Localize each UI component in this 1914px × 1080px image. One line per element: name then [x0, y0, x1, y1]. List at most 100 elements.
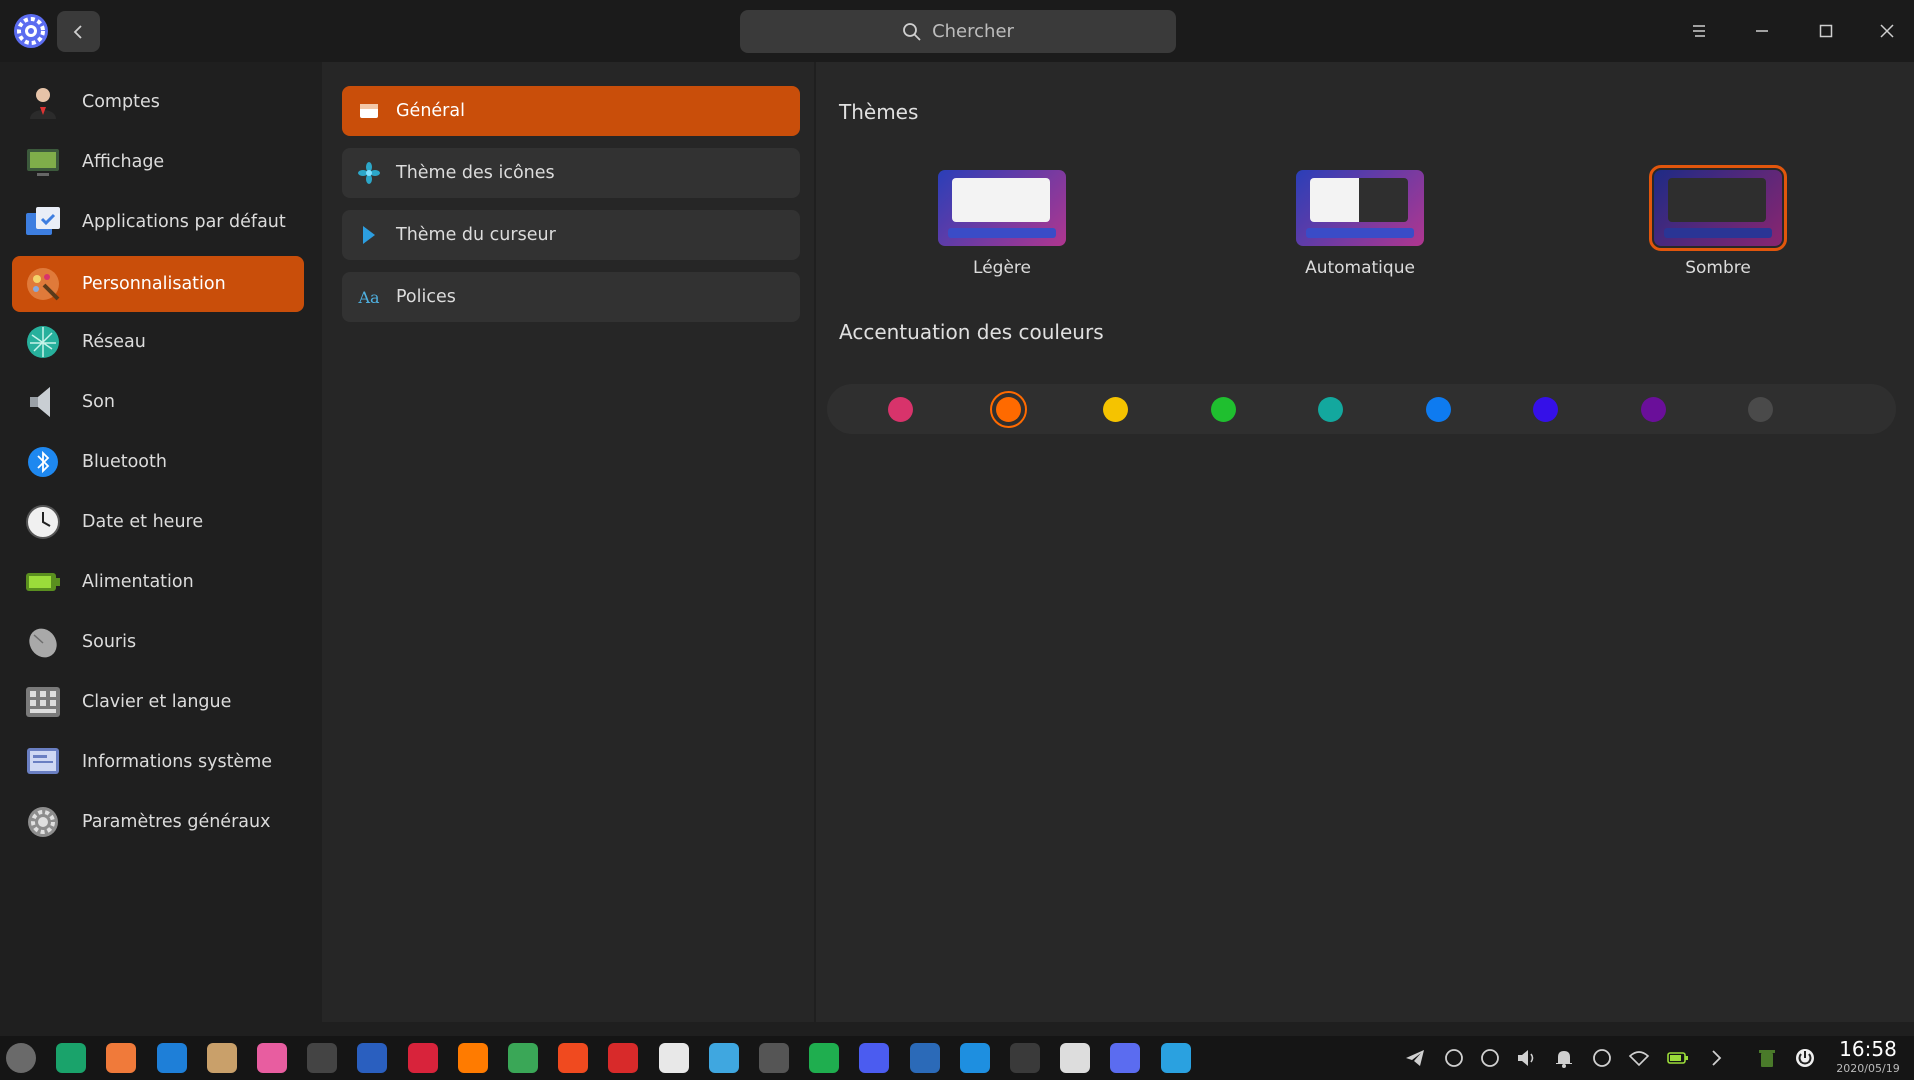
theme-option-automatic[interactable]: Automatique	[1260, 170, 1460, 278]
gear-icon	[28, 807, 58, 837]
sidebar-item-keyboard[interactable]: Clavier et langue	[12, 674, 304, 730]
maximize-icon	[1819, 24, 1833, 38]
accent-color-blue[interactable]	[1425, 397, 1451, 422]
accent-color-green[interactable]	[1210, 397, 1236, 422]
launcher-icon[interactable]	[6, 1043, 36, 1073]
sidebar-item-label: Date et heure	[82, 512, 204, 532]
taskbar-clock[interactable]: 16:58 2020/05/19	[1828, 1036, 1908, 1080]
sidebar-item-power[interactable]: Alimentation	[12, 554, 304, 610]
files-icon[interactable]	[56, 1043, 87, 1073]
user-avatar-icon	[30, 88, 56, 119]
notification-bell-icon[interactable]	[1553, 1047, 1575, 1069]
terminal-icon[interactable]	[407, 1043, 438, 1073]
theme-light-label: Légère	[973, 258, 1031, 278]
obs-icon[interactable]	[1010, 1043, 1040, 1073]
minimize-icon	[1756, 30, 1768, 32]
color-picker-icon[interactable]	[257, 1043, 287, 1073]
accent-color-purple[interactable]	[1640, 397, 1666, 422]
trash-icon[interactable]	[1756, 1047, 1778, 1069]
accent-color-teal[interactable]	[1318, 397, 1343, 422]
power-icon[interactable]	[1794, 1047, 1816, 1069]
sidebar-item-display[interactable]: Affichage	[12, 134, 304, 190]
theme-option-dark[interactable]: Sombre	[1618, 165, 1818, 278]
search-icon	[903, 22, 921, 41]
sidebar-item-date-time[interactable]: Date et heure	[12, 494, 304, 550]
wifi-icon[interactable]	[1628, 1047, 1650, 1069]
spreadsheet-icon[interactable]	[809, 1043, 840, 1073]
subnav-item-general[interactable]: Général	[342, 86, 800, 136]
security-shield-icon[interactable]	[1479, 1047, 1501, 1069]
minimize-button[interactable]	[1747, 16, 1777, 46]
brave-icon[interactable]	[558, 1043, 589, 1073]
display-icon	[27, 149, 59, 176]
battery-tray-icon[interactable]	[1667, 1047, 1689, 1069]
accent-color-indigo[interactable]	[1533, 397, 1558, 422]
sidebar-nav: Comptes Affichage Applications par défau…	[0, 62, 318, 1022]
title-bar: Chercher	[0, 0, 1914, 62]
app-store-icon[interactable]	[106, 1043, 137, 1073]
pen-icon[interactable]	[1591, 1047, 1613, 1069]
network-icon	[27, 326, 59, 358]
subnav-item-icon-theme[interactable]: Thème des icônes	[342, 148, 800, 198]
subnav-item-cursor-theme[interactable]: Thème du curseur	[342, 210, 800, 260]
back-button[interactable]	[57, 11, 100, 52]
download-icon[interactable]	[959, 1043, 990, 1073]
close-button[interactable]	[1872, 16, 1902, 46]
menu-button[interactable]	[1684, 16, 1714, 46]
subnav-item-fonts[interactable]: Aa Polices	[342, 272, 800, 322]
font-icon: Aa	[358, 287, 380, 307]
sidebar-item-bluetooth[interactable]: Bluetooth	[12, 434, 304, 490]
network-tool-icon[interactable]	[909, 1043, 940, 1073]
control-center-icon[interactable]	[1110, 1043, 1141, 1073]
sidebar-item-general-settings[interactable]: Paramètres généraux	[12, 794, 304, 850]
search-input[interactable]: Chercher	[740, 10, 1176, 53]
maximize-button[interactable]	[1811, 16, 1841, 46]
accent-color-yellow[interactable]	[1103, 397, 1128, 422]
document-icon[interactable]	[658, 1043, 689, 1073]
screenshot-icon[interactable]	[307, 1043, 338, 1073]
vmware-icon[interactable]	[759, 1043, 789, 1073]
theme-option-light[interactable]: Légère	[902, 170, 1102, 278]
text-editor-icon[interactable]	[357, 1043, 388, 1073]
chrome-icon[interactable]	[508, 1043, 538, 1073]
telegram-icon[interactable]	[1160, 1043, 1191, 1073]
writer-icon[interactable]	[859, 1043, 890, 1073]
subnav-item-label: Polices	[396, 287, 456, 307]
accent-color-pink[interactable]	[888, 397, 913, 422]
themes-heading: Thèmes	[839, 100, 919, 124]
volume-icon[interactable]	[1516, 1047, 1538, 1069]
sidebar-item-label: Paramètres généraux	[82, 812, 271, 832]
hamburger-menu-icon	[1693, 25, 1705, 37]
control-center-logo-icon	[14, 14, 48, 48]
mouse-icon	[29, 628, 57, 658]
theme-automatic-preview	[1296, 170, 1424, 246]
devil-app-icon[interactable]	[608, 1043, 639, 1073]
sidebar-item-accounts[interactable]: Comptes	[12, 74, 304, 130]
subnav-item-label: Thème des icônes	[396, 163, 555, 183]
sidebar-item-network[interactable]: Réseau	[12, 314, 304, 370]
accent-color-gray[interactable]	[1748, 397, 1773, 422]
sidebar-item-sound[interactable]: Son	[12, 374, 304, 430]
firefox-icon[interactable]	[457, 1043, 488, 1073]
theme-dark-label: Sombre	[1685, 258, 1751, 278]
telegram-tray-icon[interactable]	[1404, 1047, 1426, 1069]
clock-time: 16:58	[1839, 1037, 1897, 1061]
vmware-tray-icon[interactable]	[1443, 1047, 1465, 1069]
sidebar-item-default-apps[interactable]: Applications par défaut	[12, 194, 304, 250]
battery-icon	[26, 573, 60, 591]
sidebar-item-mouse[interactable]: Souris	[12, 614, 304, 670]
store-icon[interactable]	[156, 1043, 187, 1073]
sidebar-item-system-info[interactable]: Informations système	[12, 734, 304, 790]
accent-color-orange[interactable]	[989, 391, 1027, 428]
personalization-icon	[27, 268, 60, 301]
sidebar-item-personalization[interactable]: Personnalisation	[12, 256, 304, 312]
chevron-right-icon[interactable]	[1705, 1047, 1727, 1069]
game-icon[interactable]	[206, 1043, 237, 1073]
vscode-icon[interactable]	[708, 1043, 739, 1073]
sidebar-item-label: Clavier et langue	[82, 692, 232, 712]
sidebar-item-label: Réseau	[82, 332, 146, 352]
clock-icon	[26, 505, 60, 539]
typora-icon[interactable]	[1060, 1043, 1091, 1073]
sidebar-item-label: Applications par défaut	[82, 212, 286, 232]
subnav-item-label: Thème du curseur	[396, 225, 556, 245]
